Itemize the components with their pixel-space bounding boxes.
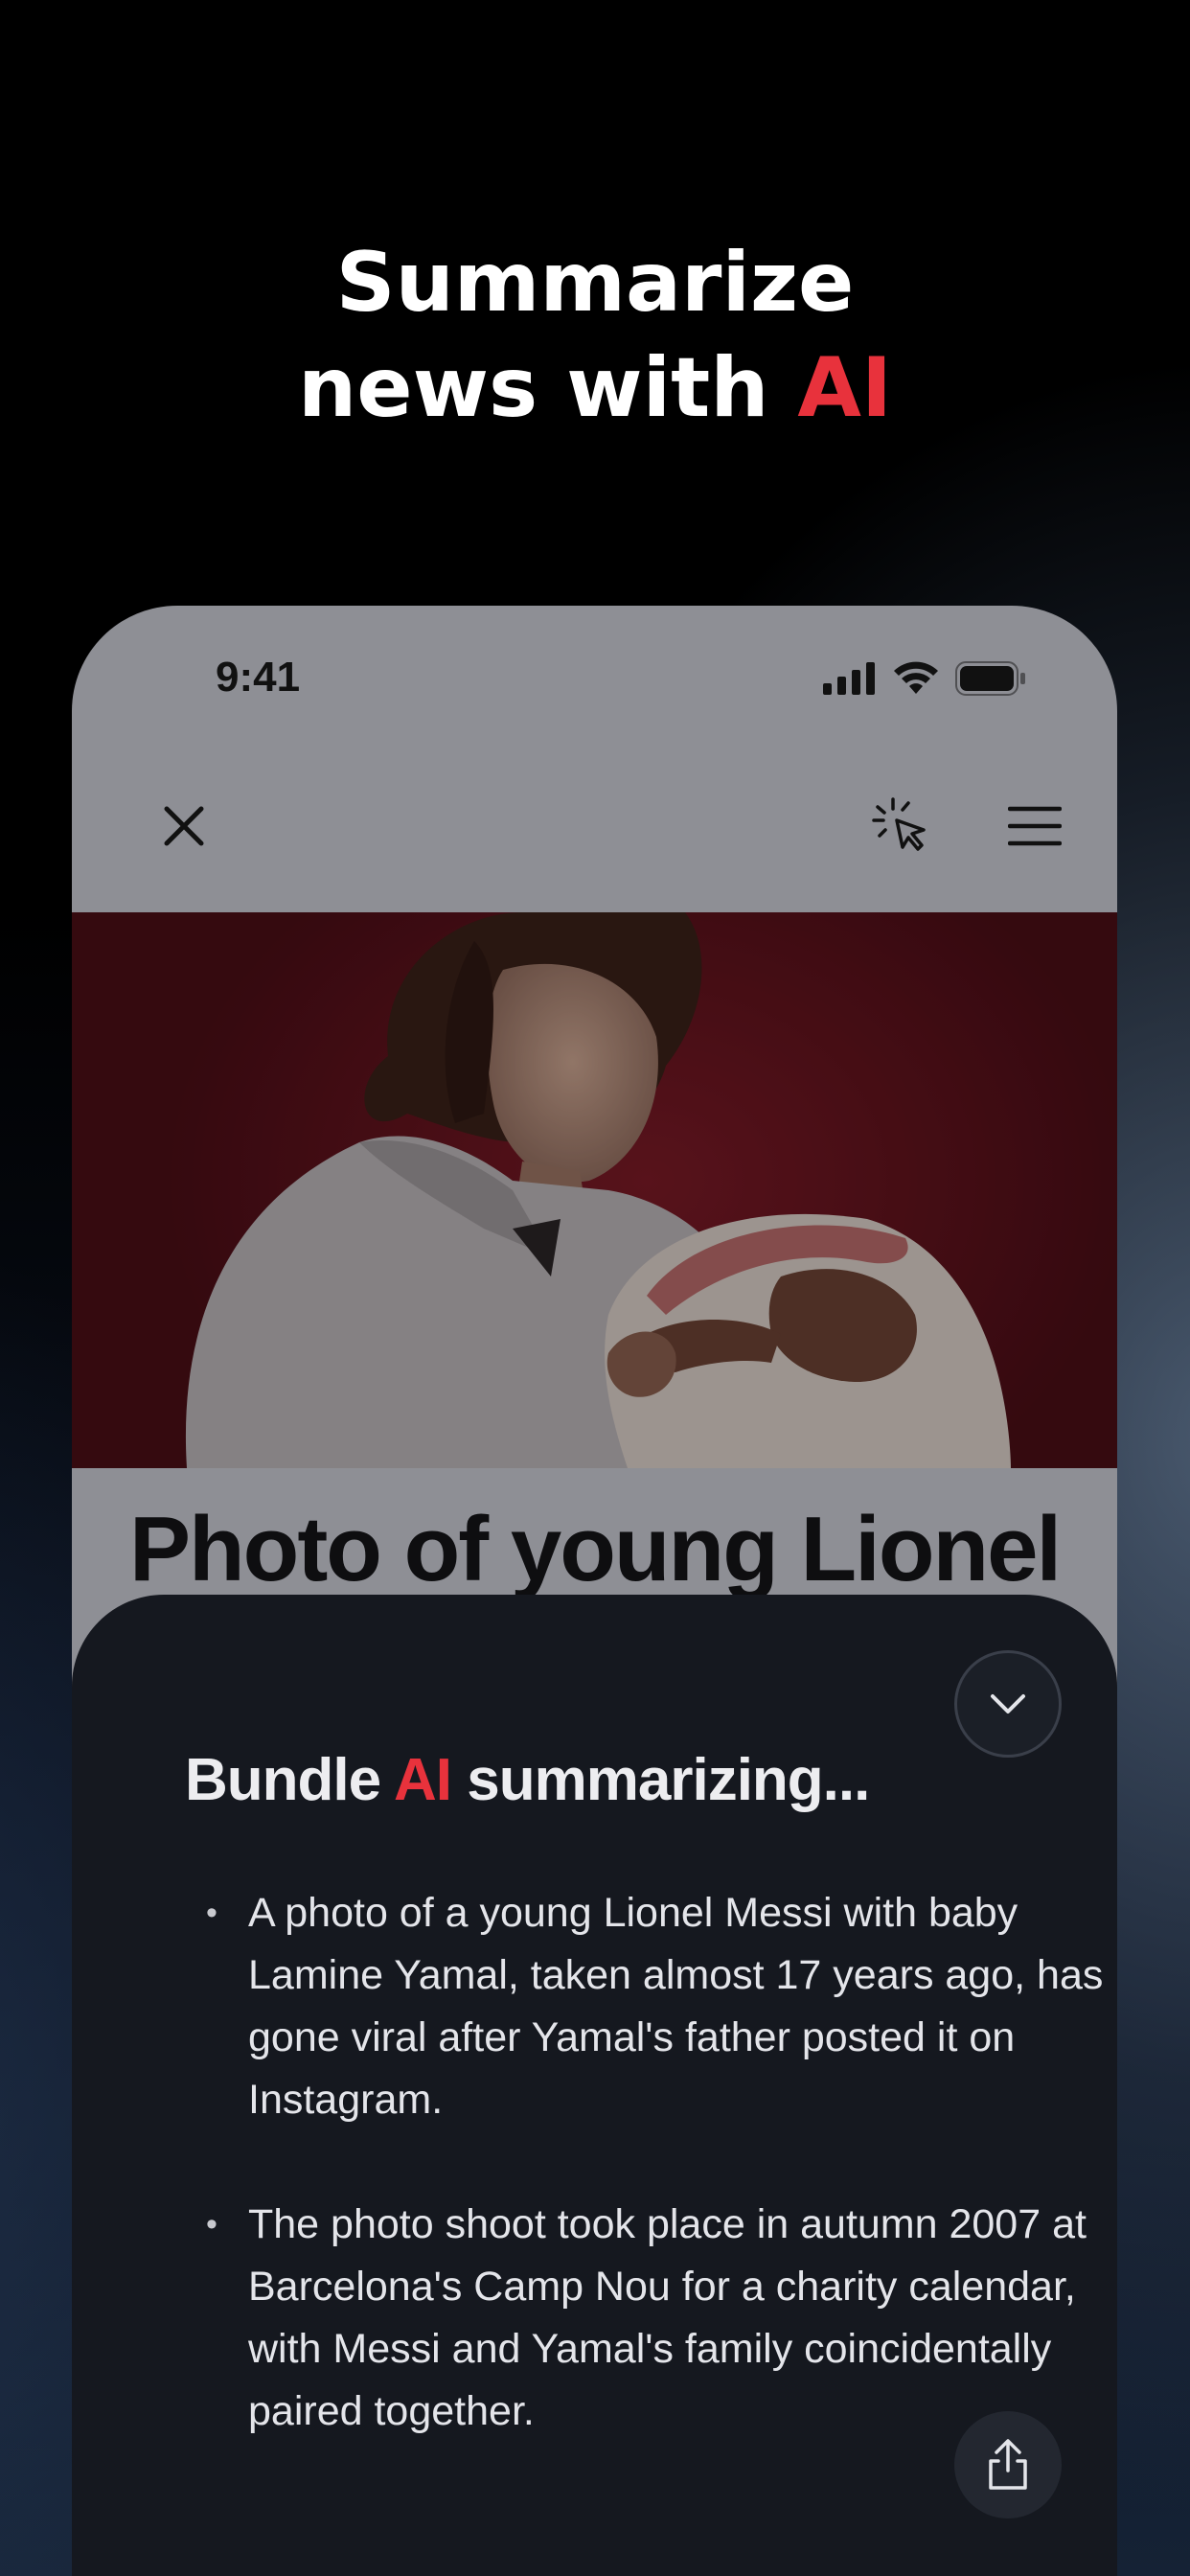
summary-title: Bundle AI summarizing... [185, 1746, 870, 1814]
summary-title-accent: AI [394, 1747, 452, 1813]
status-icons [823, 661, 1026, 696]
bullet-dot-icon: • [206, 2206, 217, 2242]
headline-accent: AI [797, 340, 892, 436]
summary-bullet-text: A photo of a young Lionel Messi with bab… [248, 1890, 1104, 2123]
close-icon [164, 806, 204, 846]
summary-bullet: • The photo shoot took place in autumn 20… [206, 2194, 1107, 2443]
summary-title-suffix: summarizing... [451, 1747, 870, 1813]
cellular-signal-icon [823, 662, 875, 695]
headline-line-2: news with AI [0, 335, 1190, 441]
share-icon [989, 2439, 1027, 2490]
summary-title-prefix: Bundle [185, 1747, 395, 1813]
status-bar: 9:41 [72, 606, 1117, 749]
headline-line-1: Summarize [335, 235, 855, 331]
summary-bullet-list: • A photo of a young Lionel Messi with ba… [206, 1882, 1107, 2505]
headline: Summarize news with AI [0, 230, 1190, 441]
article-title: Photo of young Lionel [129, 1498, 1062, 1600]
bullet-dot-icon: • [206, 1895, 217, 1931]
article-toolbar [72, 749, 1117, 912]
close-button[interactable] [141, 783, 227, 869]
chevron-down-icon [991, 1694, 1025, 1714]
summary-bullet-text: The photo shoot took place in autumn 200… [248, 2201, 1087, 2434]
menu-button[interactable] [992, 783, 1078, 869]
battery-icon [955, 661, 1025, 696]
ai-summary-button[interactable] [859, 783, 946, 869]
wifi-icon [894, 661, 938, 694]
collapse-button[interactable] [954, 1650, 1062, 1758]
ai-summary-sheet: Bundle AI summarizing... • A photo of a y… [72, 1595, 1117, 2576]
click-cursor-icon [872, 797, 926, 851]
share-button[interactable] [954, 2411, 1062, 2518]
status-time: 9:41 [216, 654, 301, 701]
summary-bullet: • A photo of a young Lionel Messi with ba… [206, 1882, 1107, 2131]
article-hero-image [72, 912, 1117, 1468]
headline-line-2-text: news with [298, 340, 798, 436]
hero-photo-illustration [72, 912, 1117, 1468]
menu-icon [1008, 806, 1062, 846]
